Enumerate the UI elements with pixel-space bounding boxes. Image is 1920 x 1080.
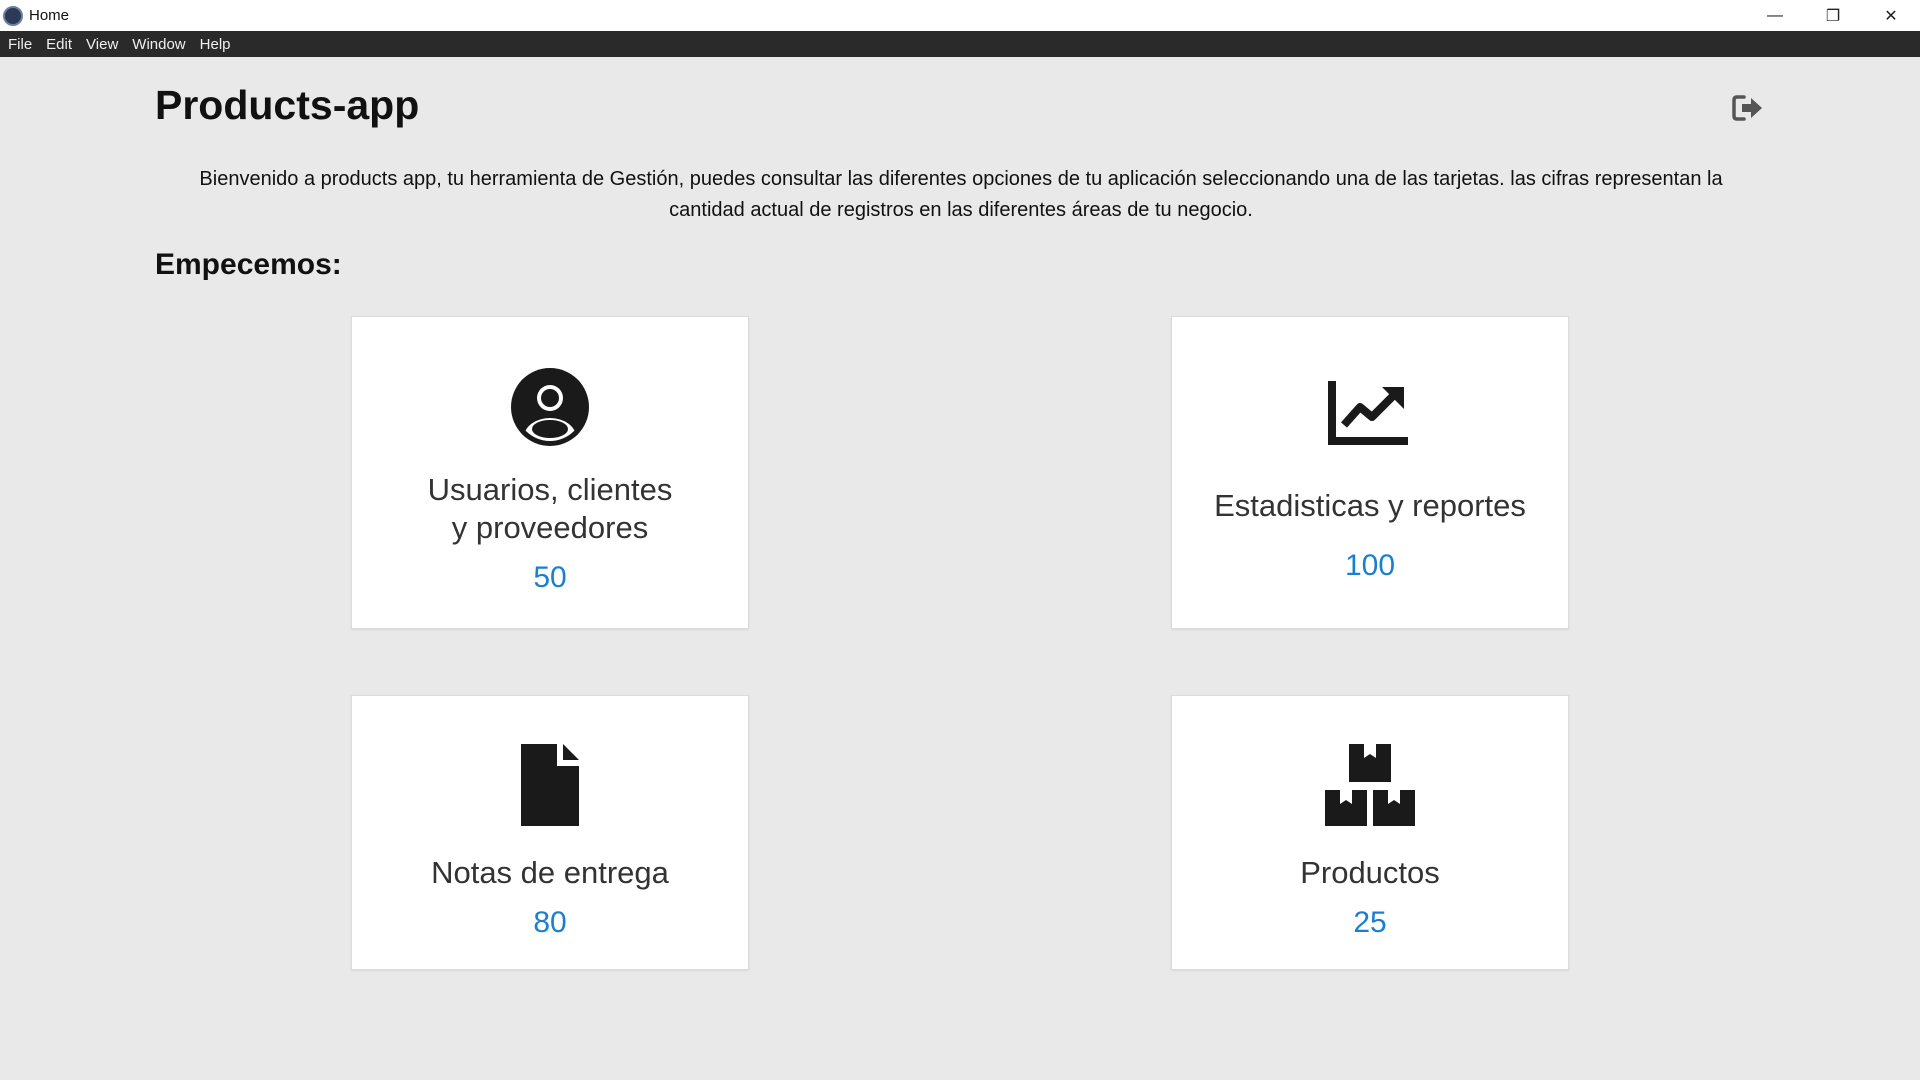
restore-button[interactable]: ❐	[1804, 0, 1862, 31]
window-title: Home	[29, 7, 70, 24]
card-usuarios[interactable]: Usuarios, clientes y proveedores 50	[351, 316, 749, 629]
user-circle-icon	[510, 365, 590, 449]
menu-bar: File Edit View Window Help	[0, 31, 1920, 57]
logout-icon	[1732, 95, 1762, 121]
page-title: Products-app	[155, 82, 420, 128]
close-button[interactable]: ✕	[1862, 0, 1920, 31]
chart-line-icon	[1328, 379, 1412, 447]
card-estadisticas[interactable]: Estadisticas y reportes 100	[1171, 316, 1569, 629]
section-title: Empecemos:	[155, 248, 342, 281]
card-count: 100	[1344, 549, 1396, 582]
boxes-icon	[1324, 742, 1416, 828]
card-count: 25	[1353, 906, 1387, 939]
window-controls: — ❐ ✕	[1746, 0, 1920, 31]
welcome-text: Bienvenido a products app, tu herramient…	[199, 168, 1723, 221]
menu-help[interactable]: Help	[200, 36, 231, 53]
menu-view[interactable]: View	[86, 36, 118, 53]
card-label: Usuarios, clientes y proveedores	[427, 472, 673, 545]
app-icon	[3, 5, 23, 26]
card-label: Notas de entrega	[431, 855, 669, 890]
card-count: 80	[533, 906, 567, 939]
card-count: 50	[533, 561, 567, 594]
menu-edit[interactable]: Edit	[46, 36, 72, 53]
logout-button[interactable]	[1730, 92, 1766, 124]
card-label: Productos	[1300, 855, 1440, 890]
card-productos[interactable]: Productos 25	[1171, 695, 1569, 970]
menu-file[interactable]: File	[8, 36, 32, 53]
card-notas[interactable]: Notas de entrega 80	[351, 695, 749, 970]
menu-window[interactable]: Window	[132, 36, 185, 53]
title-bar: Home — ❐ ✕	[0, 0, 1920, 31]
minimize-button[interactable]: —	[1746, 0, 1804, 31]
document-icon	[519, 742, 581, 828]
card-label: Estadisticas y reportes	[1214, 488, 1526, 523]
